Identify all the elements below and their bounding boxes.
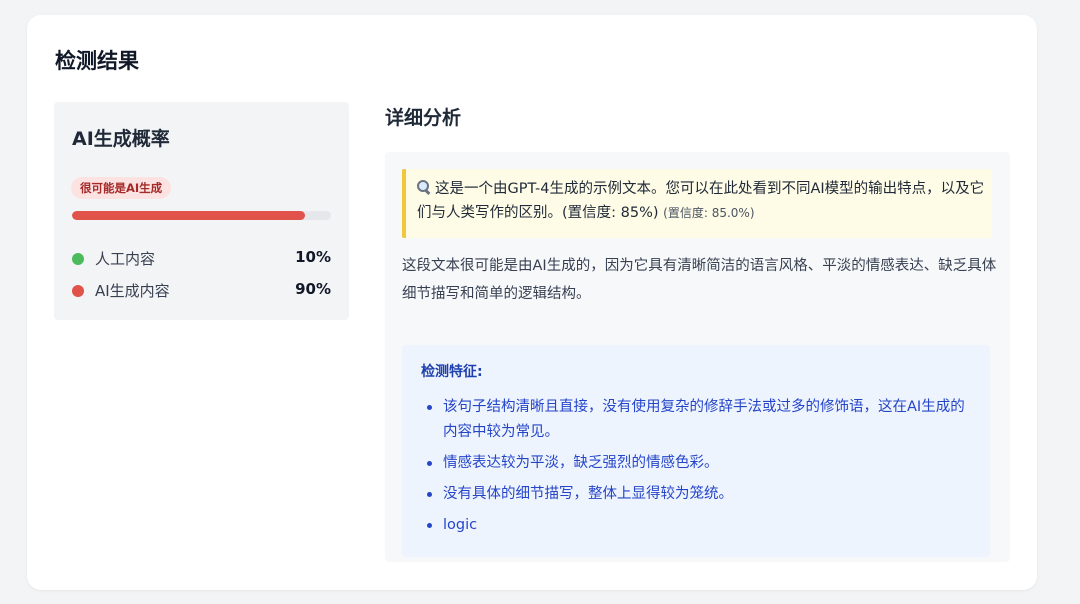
feature-item: 情感表达较为平淡，缺乏强烈的情感色彩。 [421,451,976,476]
feature-item: logic [421,513,976,538]
legend-value-ai: 90% [295,280,331,298]
verdict-badge: 很可能是AI生成 [71,177,172,199]
legend-label-human: 人工内容 [95,250,156,268]
result-card: 检测结果 AI生成概率 很可能是AI生成 人工内容 10% AI生成内容 90%… [27,15,1037,590]
detail-analysis-title: 详细分析 [385,107,462,129]
feature-item: 没有具体的细节描写，整体上显得较为笼统。 [421,482,976,507]
ai-probability-title: AI生成概率 [72,128,170,150]
confidence-note: (置信度: 85.0%) [663,206,755,220]
page-title: 检测结果 [55,49,139,73]
legend-value-human: 10% [295,248,331,266]
analysis-explanation: 这段文本很可能是由AI生成的，因为它具有清晰简洁的语言风格、平淡的情感表达、缺乏… [402,258,997,302]
ai-probability-panel: AI生成概率 很可能是AI生成 人工内容 10% AI生成内容 90% [54,102,349,320]
probability-bar-fill [72,211,306,220]
ai-dot-icon [72,285,84,297]
search-icon [417,180,431,194]
probability-bar [72,211,331,220]
detection-features-box: 检测特征: 该句子结构清晰且直接，没有使用复杂的修辞手法或过多的修饰语，这在AI… [402,345,990,557]
legend-label-ai: AI生成内容 [95,282,170,300]
detection-features-list: 该句子结构清晰且直接，没有使用复杂的修辞手法或过多的修饰语，这在AI生成的内容中… [421,395,976,544]
feature-item: 该句子结构清晰且直接，没有使用复杂的修辞手法或过多的修饰语，这在AI生成的内容中… [421,395,976,445]
detail-analysis-panel: 这是一个由GPT-4生成的示例文本。您可以在此处看到不同AI模型的输出特点，以及… [385,152,1010,562]
legend-row-human: 人工内容 10% [72,248,331,268]
sample-text-highlight: 这是一个由GPT-4生成的示例文本。您可以在此处看到不同AI模型的输出特点，以及… [402,169,992,238]
sample-text: 这是一个由GPT-4生成的示例文本。您可以在此处看到不同AI模型的输出特点，以及… [417,177,987,225]
human-dot-icon [72,253,84,265]
detection-features-title: 检测特征: [421,364,483,380]
legend-row-ai: AI生成内容 90% [72,280,331,300]
